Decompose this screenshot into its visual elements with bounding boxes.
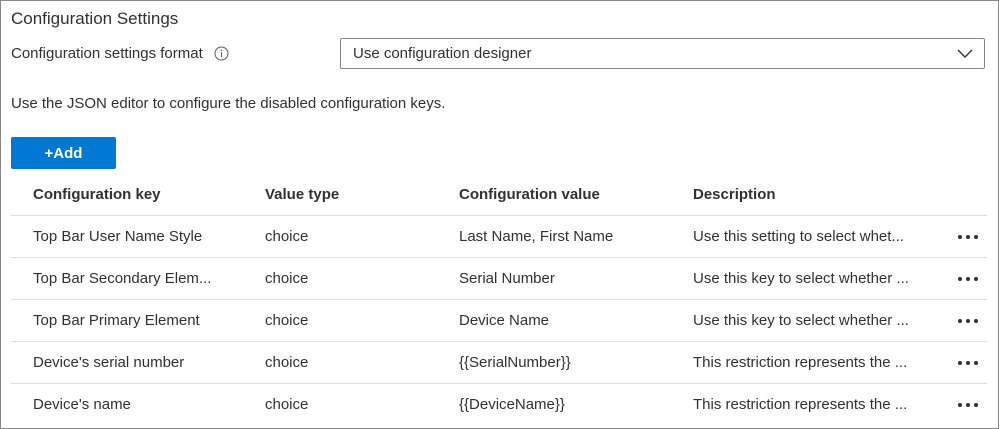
- table-row[interactable]: Device's serial number choice {{SerialNu…: [11, 342, 987, 384]
- cell-value-type: choice: [265, 270, 309, 287]
- more-icon[interactable]: [955, 395, 981, 415]
- info-icon[interactable]: [214, 46, 229, 61]
- more-icon[interactable]: [955, 353, 981, 373]
- format-row: Configuration settings format: [11, 45, 229, 62]
- table-row[interactable]: Top Bar User Name Style choice Last Name…: [11, 216, 987, 258]
- configuration-table: Configuration key Value type Configurati…: [11, 173, 987, 425]
- format-dropdown[interactable]: Use configuration designer: [340, 38, 985, 69]
- cell-configuration-value: {{DeviceName}}: [459, 396, 565, 413]
- format-label: Configuration settings format: [11, 45, 203, 62]
- add-button[interactable]: +Add: [11, 137, 116, 169]
- cell-configuration-key: Device's name: [33, 396, 131, 413]
- more-icon[interactable]: [955, 269, 981, 289]
- header-description[interactable]: Description: [693, 186, 939, 203]
- cell-value-type: choice: [265, 228, 309, 245]
- cell-configuration-key: Device's serial number: [33, 354, 185, 371]
- more-icon[interactable]: [955, 311, 981, 331]
- table-row[interactable]: Device's name choice {{DeviceName}} This…: [11, 384, 987, 425]
- cell-configuration-key: Top Bar Primary Element: [33, 312, 200, 329]
- cell-value-type: choice: [265, 396, 309, 413]
- cell-value-type: choice: [265, 354, 309, 371]
- cell-description: Use this setting to select whet...: [693, 228, 904, 245]
- table-row[interactable]: Top Bar Primary Element choice Device Na…: [11, 300, 987, 342]
- table-row[interactable]: Top Bar Secondary Elem... choice Serial …: [11, 258, 987, 300]
- cell-description: This restriction represents the ...: [693, 354, 908, 371]
- section-title: Configuration Settings: [11, 9, 179, 28]
- cell-configuration-value: Device Name: [459, 312, 550, 329]
- cell-configuration-value: Serial Number: [459, 270, 555, 287]
- table-header: Configuration key Value type Configurati…: [11, 173, 987, 216]
- cell-configuration-value: Last Name, First Name: [459, 228, 614, 245]
- cell-value-type: choice: [265, 312, 309, 329]
- header-configuration-value[interactable]: Configuration value: [459, 186, 659, 203]
- configuration-settings-panel: Configuration Settings Configuration set…: [0, 0, 999, 429]
- cell-description: Use this key to select whether ...: [693, 270, 909, 287]
- cell-configuration-value: {{SerialNumber}}: [459, 354, 571, 371]
- helper-text: Use the JSON editor to configure the dis…: [11, 95, 446, 112]
- header-value-type[interactable]: Value type: [265, 186, 425, 203]
- cell-configuration-key: Top Bar User Name Style: [33, 228, 203, 245]
- format-dropdown-value: Use configuration designer: [353, 45, 532, 62]
- cell-configuration-key: Top Bar Secondary Elem...: [33, 270, 212, 287]
- cell-description: Use this key to select whether ...: [693, 312, 909, 329]
- cell-description: This restriction represents the ...: [693, 396, 908, 413]
- more-icon[interactable]: [955, 227, 981, 247]
- header-configuration-key[interactable]: Configuration key: [33, 186, 233, 203]
- chevron-down-icon: [956, 48, 974, 60]
